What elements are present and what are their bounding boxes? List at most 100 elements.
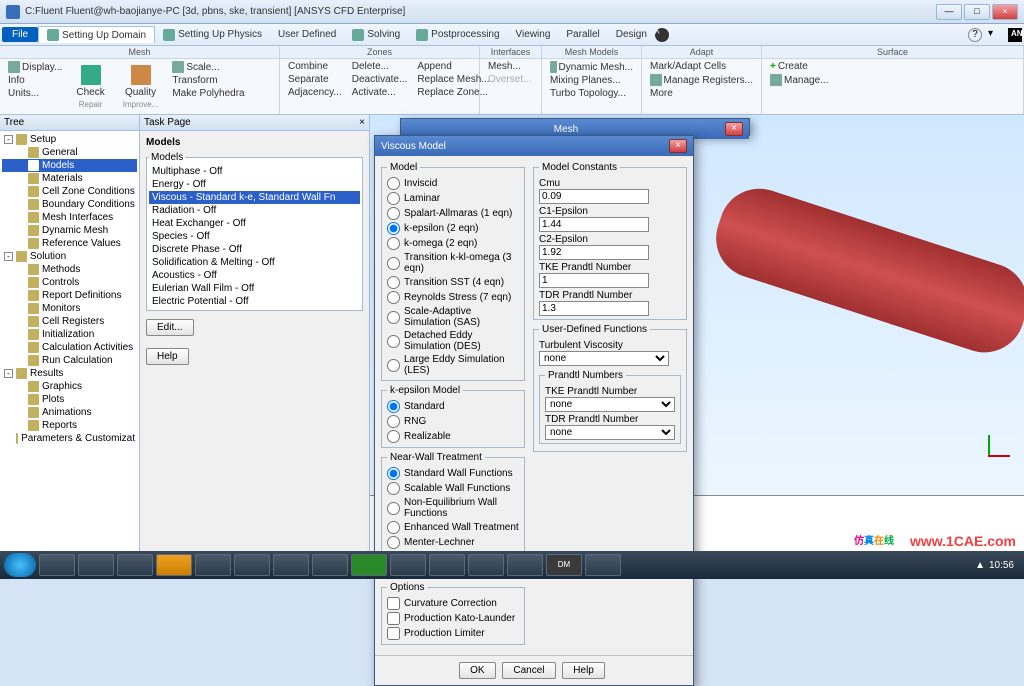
model-option[interactable]: Transition k-kl-omega (3 eqn) bbox=[387, 251, 519, 275]
models-list-item[interactable]: Eulerian Wall Film - Off bbox=[149, 282, 360, 295]
tree-list[interactable]: -SetupGeneralModelsMaterialsCell Zone Co… bbox=[0, 131, 139, 551]
tray-icon[interactable]: ▲ bbox=[975, 560, 985, 571]
dynamic-mesh-button[interactable]: Dynamic Mesh... bbox=[546, 60, 637, 74]
nwt-option[interactable]: Standard Wall Functions bbox=[387, 466, 519, 481]
help-icon[interactable]: ? bbox=[968, 28, 982, 42]
taskbar-item[interactable] bbox=[390, 554, 426, 576]
tdr-prandtl-select[interactable]: none bbox=[545, 425, 675, 440]
tree-node[interactable]: -Setup bbox=[2, 133, 137, 146]
tab-user-defined[interactable]: User Defined bbox=[270, 27, 344, 42]
model-option[interactable]: k-epsilon (2 eqn) bbox=[387, 221, 519, 236]
models-list-item[interactable]: Discrete Phase - Off bbox=[149, 243, 360, 256]
tree-node[interactable]: Cell Registers bbox=[2, 315, 137, 328]
taskbar-item[interactable] bbox=[585, 554, 621, 576]
model-option[interactable]: Detached Eddy Simulation (DES) bbox=[387, 329, 519, 353]
mark-adapt-button[interactable]: Mark/Adapt Cells bbox=[646, 60, 757, 73]
taskbar-item[interactable] bbox=[312, 554, 348, 576]
adjacency-button[interactable]: Adjacency... bbox=[284, 86, 346, 99]
tab-setting-up-physics[interactable]: Setting Up Physics bbox=[155, 27, 270, 43]
model-option[interactable]: Reynolds Stress (7 eqn) bbox=[387, 290, 519, 305]
options-icon[interactable]: ▾ bbox=[988, 28, 1002, 42]
tree-node[interactable]: Plots bbox=[2, 393, 137, 406]
ke-option[interactable]: Standard bbox=[387, 399, 519, 414]
task-page-close-icon[interactable]: × bbox=[359, 117, 365, 128]
quality-button[interactable]: QualityImprove... bbox=[115, 60, 167, 113]
dialog-help-button[interactable]: Help bbox=[562, 662, 605, 679]
maximize-button[interactable]: □ bbox=[964, 4, 990, 20]
taskbar-item[interactable] bbox=[234, 554, 270, 576]
dialog-close-icon[interactable]: × bbox=[669, 139, 687, 153]
taskbar-item[interactable] bbox=[273, 554, 309, 576]
manage-registers-button[interactable]: Manage Registers... bbox=[646, 73, 757, 87]
file-menu[interactable]: File bbox=[2, 27, 38, 42]
scale-button[interactable]: Scale... bbox=[168, 60, 248, 74]
tree-node[interactable]: Parameters & Customizat bbox=[2, 432, 137, 445]
tree-node[interactable]: Controls bbox=[2, 276, 137, 289]
tree-node[interactable]: Materials bbox=[2, 172, 137, 185]
models-list-item[interactable]: Acoustics - Off bbox=[149, 269, 360, 282]
models-list-item[interactable]: Energy - Off bbox=[149, 178, 360, 191]
cancel-button[interactable]: Cancel bbox=[502, 662, 555, 679]
mesh-dialog[interactable]: Mesh× bbox=[400, 118, 750, 136]
constant-input[interactable] bbox=[539, 301, 649, 316]
tab-solving[interactable]: Solving bbox=[344, 27, 408, 43]
taskbar-item[interactable]: DM bbox=[546, 554, 582, 576]
tke-prandtl-select[interactable]: none bbox=[545, 397, 675, 412]
tree-node[interactable]: Graphics bbox=[2, 380, 137, 393]
close-button[interactable]: × bbox=[992, 4, 1018, 20]
taskbar-item[interactable] bbox=[156, 554, 192, 576]
system-tray[interactable]: ▲ 10:56 bbox=[969, 560, 1020, 571]
tree-node[interactable]: Dynamic Mesh bbox=[2, 224, 137, 237]
constant-input[interactable] bbox=[539, 273, 649, 288]
taskbar-item[interactable] bbox=[117, 554, 153, 576]
tree-node[interactable]: Monitors bbox=[2, 302, 137, 315]
separate-button[interactable]: Separate bbox=[284, 73, 346, 86]
taskbar-item[interactable] bbox=[351, 554, 387, 576]
models-list-item[interactable]: Viscous - Standard k-e, Standard Wall Fn bbox=[149, 191, 360, 204]
option-checkbox[interactable]: Production Kato-Launder bbox=[387, 611, 519, 626]
taskbar-item[interactable] bbox=[507, 554, 543, 576]
display-button[interactable]: Display... bbox=[4, 60, 66, 74]
taskbar-item[interactable] bbox=[429, 554, 465, 576]
tree-node[interactable]: Reports bbox=[2, 419, 137, 432]
ke-option[interactable]: RNG bbox=[387, 414, 519, 429]
tab-viewing[interactable]: Viewing bbox=[508, 27, 559, 42]
nwt-option[interactable]: Scalable Wall Functions bbox=[387, 481, 519, 496]
model-option[interactable]: Spalart-Allmaras (1 eqn) bbox=[387, 206, 519, 221]
tree-node[interactable]: Animations bbox=[2, 406, 137, 419]
model-option[interactable]: k-omega (2 eqn) bbox=[387, 236, 519, 251]
info-button[interactable]: Info bbox=[4, 74, 66, 87]
taskbar-item[interactable] bbox=[39, 554, 75, 576]
models-list-item[interactable]: Multiphase - Off bbox=[149, 165, 360, 178]
tab-postprocessing[interactable]: Postprocessing bbox=[408, 27, 507, 43]
taskbar-item[interactable] bbox=[195, 554, 231, 576]
models-list-item[interactable]: Species - Off bbox=[149, 230, 360, 243]
tree-node[interactable]: Report Definitions bbox=[2, 289, 137, 302]
tab-parallel[interactable]: Parallel bbox=[558, 27, 607, 42]
option-checkbox[interactable]: Production Limiter bbox=[387, 626, 519, 641]
models-list-item[interactable]: Heat Exchanger - Off bbox=[149, 217, 360, 230]
tree-node[interactable]: -Solution bbox=[2, 250, 137, 263]
interfaces-mesh-button[interactable]: Mesh... bbox=[484, 60, 537, 73]
polyhedra-button[interactable]: Make Polyhedra bbox=[168, 87, 248, 100]
combine-button[interactable]: Combine bbox=[284, 60, 346, 73]
units-button[interactable]: Units... bbox=[4, 87, 66, 100]
constant-input[interactable] bbox=[539, 217, 649, 232]
model-option[interactable]: Large Eddy Simulation (LES) bbox=[387, 353, 519, 377]
models-list-item[interactable]: Radiation - Off bbox=[149, 204, 360, 217]
models-list-item[interactable]: Electric Potential - Off bbox=[149, 295, 360, 308]
tree-node[interactable]: Models bbox=[2, 159, 137, 172]
model-option[interactable]: Laminar bbox=[387, 191, 519, 206]
tree-node[interactable]: Initialization bbox=[2, 328, 137, 341]
tree-node[interactable]: Reference Values bbox=[2, 237, 137, 250]
model-option[interactable]: Inviscid bbox=[387, 176, 519, 191]
models-list[interactable]: Multiphase - OffEnergy - OffViscous - St… bbox=[149, 165, 360, 308]
deactivate-button[interactable]: Deactivate... bbox=[348, 73, 412, 86]
check-button[interactable]: CheckRepair bbox=[68, 60, 112, 113]
mixing-planes-button[interactable]: Mixing Planes... bbox=[546, 74, 637, 87]
turbulent-viscosity-select[interactable]: none bbox=[539, 351, 669, 366]
ok-button[interactable]: OK bbox=[459, 662, 495, 679]
option-checkbox[interactable]: Curvature Correction bbox=[387, 596, 519, 611]
edit-button[interactable]: Edit... bbox=[146, 319, 194, 336]
help-button[interactable]: Help bbox=[146, 348, 189, 365]
